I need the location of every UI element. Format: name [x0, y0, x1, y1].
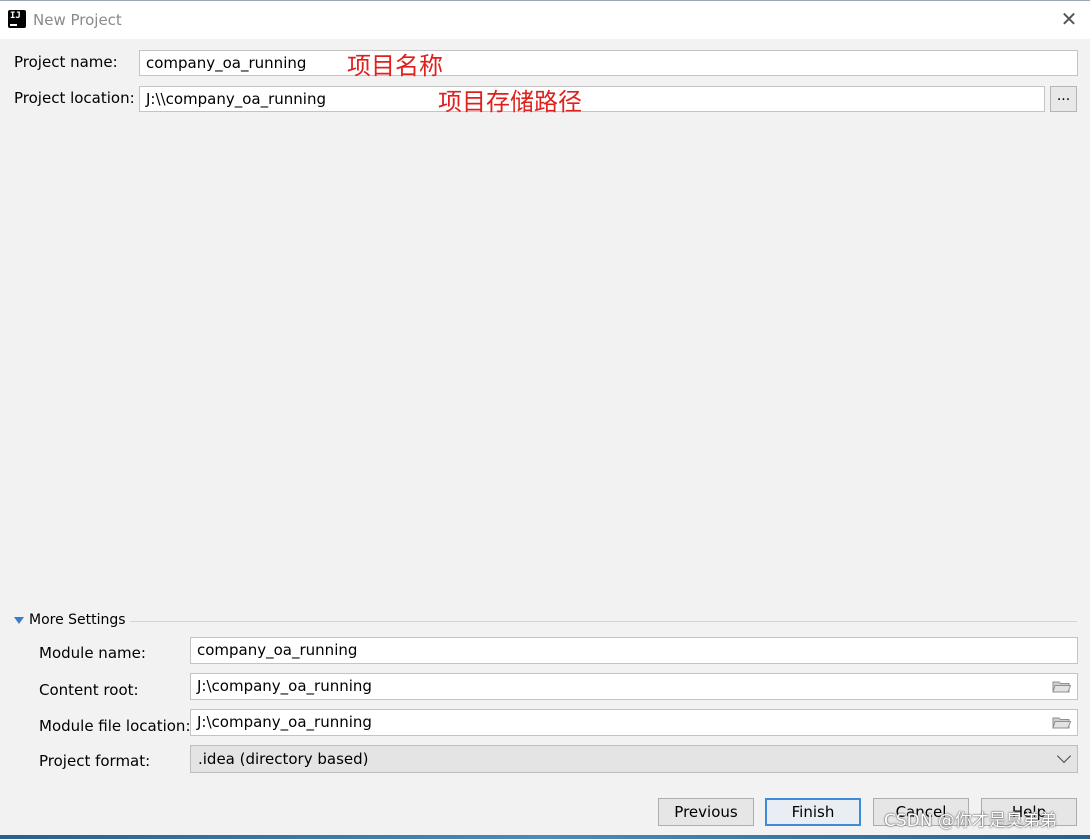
finish-button[interactable]: Finish [765, 798, 861, 826]
desktop-strip [0, 835, 1090, 839]
more-settings-toggle[interactable]: More Settings [29, 612, 126, 628]
content-root-label: Content root: [39, 681, 139, 699]
project-name-input[interactable]: company_oa_running [139, 50, 1078, 76]
close-icon[interactable]: ✕ [1058, 8, 1080, 30]
window-title: New Project [33, 11, 122, 29]
module-name-label: Module name: [39, 644, 146, 662]
project-name-label: Project name: [14, 53, 118, 71]
project-format-label: Project format: [39, 752, 151, 770]
module-name-input[interactable]: company_oa_running [190, 637, 1078, 664]
title-bar: IJ New Project ✕ [0, 0, 1090, 39]
expand-triangle-icon[interactable] [14, 617, 24, 624]
module-file-location-label: Module file location: [39, 717, 191, 735]
project-format-value: .idea (directory based) [198, 750, 369, 768]
chevron-down-icon [1056, 748, 1072, 764]
folder-icon[interactable] [1052, 716, 1071, 729]
project-name-annotation: 项目名称 [347, 52, 443, 80]
project-format-select[interactable]: .idea (directory based) [190, 745, 1078, 773]
previous-button[interactable]: Previous [658, 798, 754, 826]
project-location-input[interactable]: J:\\company_oa_running [139, 86, 1045, 112]
intellij-idea-icon: IJ [6, 8, 28, 30]
watermark: CSDN @你才是臭弟弟 [884, 811, 1057, 831]
section-divider [130, 621, 1077, 622]
folder-icon[interactable] [1052, 680, 1071, 693]
module-file-location-input[interactable]: J:\company_oa_running [190, 709, 1078, 736]
browse-button[interactable]: ... [1050, 86, 1077, 112]
project-location-annotation: 项目存储路径 [438, 88, 582, 116]
content-root-input[interactable]: J:\company_oa_running [190, 673, 1078, 700]
project-location-label: Project location: [14, 89, 135, 107]
